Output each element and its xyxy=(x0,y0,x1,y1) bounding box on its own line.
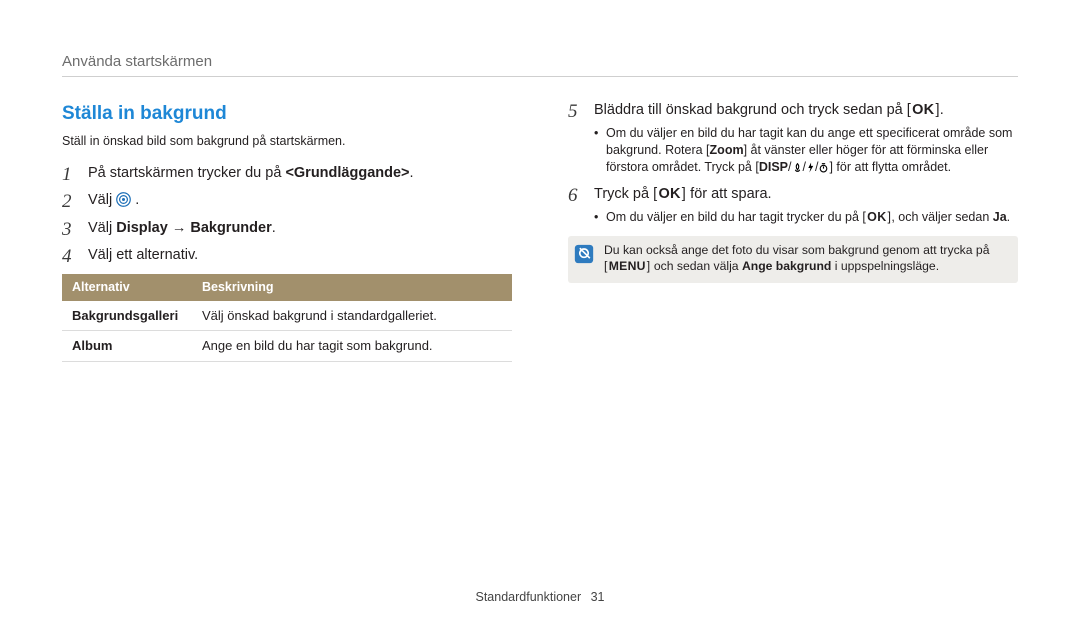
note-text: . xyxy=(1007,210,1010,224)
step-6: 6 Tryck på OK för att spara. Om du välje… xyxy=(568,185,1018,225)
step-number: 3 xyxy=(62,217,72,243)
table-head-option: Alternativ xyxy=(62,274,192,301)
ok-button-label: OK xyxy=(862,209,891,226)
step-2: 2 Välj . xyxy=(62,191,512,211)
step-text: . xyxy=(940,102,944,118)
step-text: På startskärmen trycker du på xyxy=(88,165,285,181)
right-column: 5 Bläddra till önskad bakgrund och tryck… xyxy=(568,101,1018,362)
page-number: 31 xyxy=(591,590,605,604)
zoom-label: Zoom xyxy=(710,143,744,157)
note-bold: Ange bakgrund xyxy=(742,259,831,273)
table-header-row: Alternativ Beskrivning xyxy=(62,274,512,301)
steps-list-left: 1 På startskärmen trycker du på <Grundlä… xyxy=(62,164,512,266)
content-columns: Ställa in bakgrund Ställ in önskad bild … xyxy=(62,101,1018,362)
step-5-note: Om du väljer en bild du har tagit kan du… xyxy=(594,125,1018,176)
table-cell-key: Bakgrundsgalleri xyxy=(62,301,192,331)
table-row: Bakgrundsgalleri Välj önskad bakgrund i … xyxy=(62,301,512,331)
table-cell-key: Album xyxy=(62,331,192,362)
step-number: 5 xyxy=(568,99,578,125)
step-text: . xyxy=(410,165,414,181)
disp-button-label: [DISP///] för att flytta området. xyxy=(755,160,951,174)
step-text: Välj xyxy=(88,192,116,208)
table-row: Album Ange en bild du har tagit som bakg… xyxy=(62,331,512,362)
step-3: 3 Välj Display → Bakgrunder. xyxy=(62,219,512,239)
table-cell-value: Välj önskad bakgrund i standardgalleriet… xyxy=(192,301,512,331)
ok-button-label: OK xyxy=(653,185,686,205)
note-text: Om du väljer en bild du har tagit trycke… xyxy=(606,210,862,224)
info-icon xyxy=(574,244,594,264)
macro-icon xyxy=(792,162,803,173)
info-note-body: Du kan också ange det foto du visar som … xyxy=(604,242,1008,275)
step-number: 4 xyxy=(62,244,72,270)
step-text: Tryck på xyxy=(594,186,653,202)
page-footer: Standardfunktioner 31 xyxy=(0,589,1080,606)
footer-section-label: Standardfunktioner xyxy=(475,590,581,604)
step-number: 2 xyxy=(62,189,72,215)
menu-button-label: MENU xyxy=(604,258,650,274)
note-text: i uppspelningsläge. xyxy=(831,259,939,273)
manual-page: Använda startskärmen Ställa in bakgrund … xyxy=(0,0,1080,630)
step-number: 1 xyxy=(62,162,72,188)
breadcrumb: Använda startskärmen xyxy=(62,52,1018,72)
step-number: 6 xyxy=(568,183,578,209)
timer-icon xyxy=(818,162,829,173)
section-lead: Ställ in önskad bild som bakgrund på sta… xyxy=(62,133,512,150)
target-icon xyxy=(116,192,131,207)
step-5: 5 Bläddra till önskad bakgrund och tryck… xyxy=(568,101,1018,175)
divider xyxy=(62,76,1018,77)
ok-button-label: OK xyxy=(907,101,940,121)
step-4: 4 Välj ett alternativ. xyxy=(62,246,512,266)
note-text: Du kan också ange det foto du visar som … xyxy=(604,243,989,257)
step-text: Bläddra till önskad bakgrund och tryck s… xyxy=(594,102,907,118)
step-text: . xyxy=(272,220,276,236)
step-5-notes: Om du väljer en bild du har tagit kan du… xyxy=(594,125,1018,176)
note-text: , och väljer sedan xyxy=(891,210,992,224)
steps-list-right: 5 Bläddra till önskad bakgrund och tryck… xyxy=(568,101,1018,226)
section-heading: Ställa in bakgrund xyxy=(62,101,512,127)
step-6-note: Om du väljer en bild du har tagit trycke… xyxy=(594,209,1018,226)
step-text: . xyxy=(135,192,139,208)
step-text-bold: Display → Bakgrunder xyxy=(116,220,272,236)
step-6-notes: Om du väljer en bild du har tagit trycke… xyxy=(594,209,1018,226)
step-text: för att spara. xyxy=(686,186,771,202)
table-head-description: Beskrivning xyxy=(192,274,512,301)
info-note: Du kan också ange det foto du visar som … xyxy=(568,236,1018,283)
step-text: Välj xyxy=(88,220,116,236)
step-text: Välj ett alternativ. xyxy=(88,247,198,263)
ja-label: Ja xyxy=(993,210,1007,224)
table-cell-value: Ange en bild du har tagit som bakgrund. xyxy=(192,331,512,362)
step-text-bold: <Grundläggande> xyxy=(285,165,409,181)
options-table: Alternativ Beskrivning Bakgrundsgalleri … xyxy=(62,274,512,362)
left-column: Ställa in bakgrund Ställ in önskad bild … xyxy=(62,101,512,362)
note-text: och sedan välja xyxy=(654,259,742,273)
flash-icon xyxy=(806,162,815,173)
step-1: 1 På startskärmen trycker du på <Grundlä… xyxy=(62,164,512,184)
